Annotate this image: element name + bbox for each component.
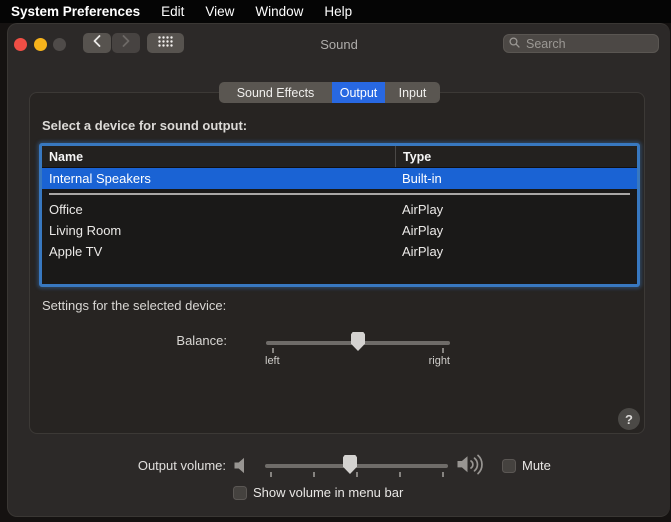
question-mark-icon: ? (625, 411, 633, 427)
menu-app-name[interactable]: System Preferences (11, 4, 140, 19)
tab-sound-effects[interactable]: Sound Effects (219, 82, 332, 103)
search-icon (509, 35, 520, 53)
device-table-header: Name Type (42, 146, 637, 168)
menu-item-help[interactable]: Help (324, 4, 352, 19)
show-volume-in-menu-bar-checkbox[interactable] (233, 486, 247, 500)
menu-item-view[interactable]: View (205, 4, 234, 19)
menu-bar: System Preferences Edit View Window Help (0, 0, 671, 23)
separator-line (49, 193, 630, 195)
search-input[interactable] (524, 35, 653, 52)
output-volume-slider-thumb[interactable] (343, 455, 357, 474)
tab-input[interactable]: Input (385, 82, 440, 103)
balance-tick-left (272, 348, 274, 353)
mute-label: Mute (522, 458, 551, 473)
device-name: Living Room (49, 223, 122, 238)
device-name: Internal Speakers (49, 171, 151, 186)
tab-output[interactable]: Output (332, 82, 385, 103)
menu-item-window[interactable]: Window (255, 4, 303, 19)
tab-bar: Sound Effects Output Input (219, 82, 440, 103)
tab-input-label: Input (398, 85, 427, 100)
help-button[interactable]: ? (618, 408, 640, 430)
table-row-apple-tv[interactable]: Apple TV AirPlay (42, 241, 637, 262)
balance-slider-thumb[interactable] (351, 332, 365, 351)
balance-tick-right (442, 348, 444, 353)
balance-label: Balance: (176, 333, 227, 348)
balance-right-label: right (428, 355, 450, 367)
search-field[interactable] (503, 34, 659, 53)
balance-left-label: left (265, 355, 280, 367)
device-type: AirPlay (402, 223, 444, 238)
column-header-name[interactable]: Name (42, 146, 395, 167)
volume-tick (313, 472, 315, 477)
speaker-quiet-icon (232, 456, 251, 480)
settings-for-device-label: Settings for the selected device: (42, 298, 227, 313)
column-header-type[interactable]: Type (395, 146, 637, 167)
table-row-living-room[interactable]: Living Room AirPlay (42, 220, 637, 241)
tab-sound-effects-label: Sound Effects (236, 85, 315, 100)
show-volume-in-menu-bar-label: Show volume in menu bar (253, 485, 404, 500)
device-name: Office (49, 202, 83, 217)
output-volume-label: Output volume: (137, 458, 226, 473)
sound-preferences-window: Sound Sound Effects Output Input Select … (7, 23, 670, 517)
volume-tick (270, 472, 272, 477)
device-type: Built-in (402, 171, 442, 186)
volume-tick (442, 472, 444, 477)
device-type: AirPlay (402, 244, 444, 259)
tab-output-label: Output (339, 85, 378, 100)
output-tab-panel: Select a device for sound output: Name T… (29, 92, 645, 434)
volume-tick (399, 472, 401, 477)
device-table: Name Type Internal Speakers Built-in Off… (39, 143, 640, 287)
menu-item-edit[interactable]: Edit (161, 4, 184, 19)
table-group-separator (42, 189, 637, 199)
table-row-office[interactable]: Office AirPlay (42, 199, 637, 220)
table-row-internal-speakers[interactable]: Internal Speakers Built-in (42, 168, 637, 189)
device-type: AirPlay (402, 202, 444, 217)
select-device-label: Select a device for sound output: (42, 118, 248, 133)
device-name: Apple TV (49, 244, 103, 259)
volume-tick (356, 472, 358, 477)
mute-checkbox[interactable] (502, 459, 516, 473)
speaker-loud-icon (456, 453, 490, 481)
